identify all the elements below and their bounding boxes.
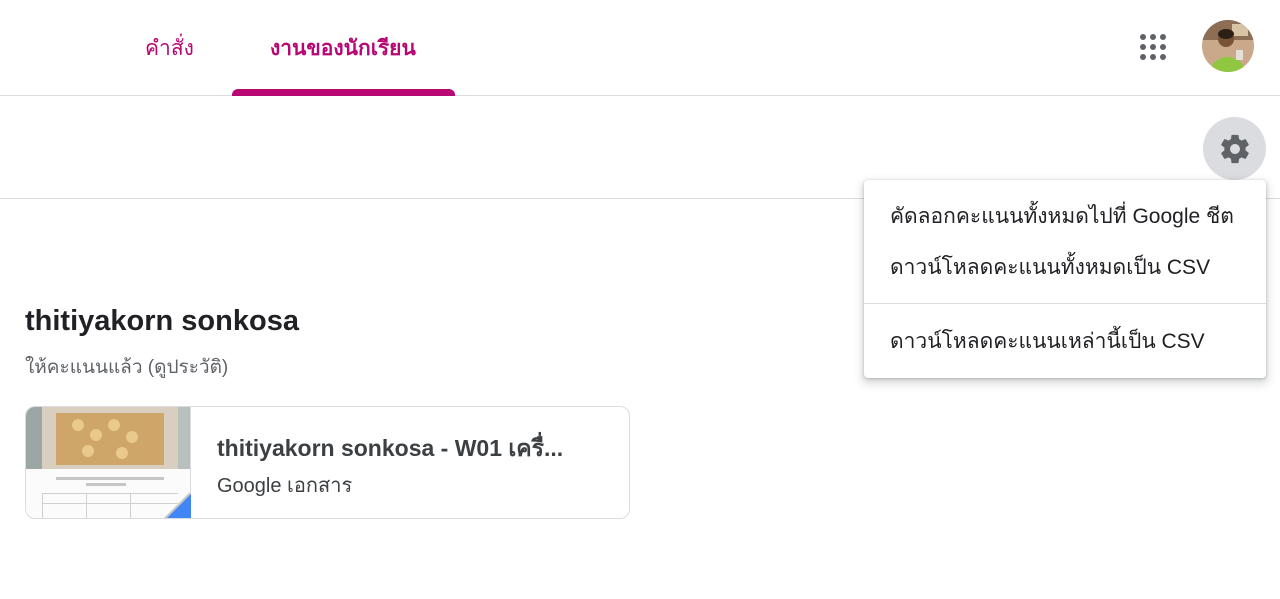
google-apps-button[interactable] (1130, 24, 1176, 70)
menu-item-copy-all-grades-to-sheets[interactable]: คัดลอกคะแนนทั้งหมดไปที่ Google ชีต (864, 191, 1266, 241)
tab-student-work[interactable]: งานของนักเรียน (270, 0, 416, 96)
menu-divider (864, 303, 1266, 304)
active-tab-indicator (232, 89, 455, 96)
student-name: thitiyakorn sonkosa (25, 305, 299, 337)
attachment-title: thitiyakorn sonkosa - W01 เครื่... (217, 435, 564, 461)
google-docs-corner-icon (167, 494, 191, 518)
grade-status-text: ให้คะแนนแล้ว (25, 357, 143, 378)
view-history-link[interactable]: (ดูประวัติ) (148, 357, 228, 378)
tab-instructions[interactable]: คำสั่ง (145, 0, 194, 96)
menu-item-download-all-grades-csv[interactable]: ดาวน์โหลดคะแนนทั้งหมดเป็น CSV (864, 242, 1266, 292)
top-app-bar: คำสั่ง งานของนักเรียน (0, 0, 1280, 96)
grade-status: ให้คะแนนแล้ว (ดูประวัติ) (25, 352, 228, 382)
account-avatar[interactable] (1202, 20, 1254, 72)
attachment-type: Google เอกสาร (217, 475, 353, 497)
gear-icon (1220, 134, 1249, 163)
apps-grid-icon (1140, 34, 1166, 60)
menu-item-download-these-grades-csv[interactable]: ดาวน์โหลดคะแนนเหล่านี้เป็น CSV (864, 316, 1266, 366)
settings-button[interactable] (1203, 117, 1266, 180)
settings-menu: คัดลอกคะแนนทั้งหมดไปที่ Google ชีต ดาวน์… (864, 180, 1266, 378)
attachment-card[interactable]: thitiyakorn sonkosa - W01 เครื่... Googl… (25, 406, 630, 519)
